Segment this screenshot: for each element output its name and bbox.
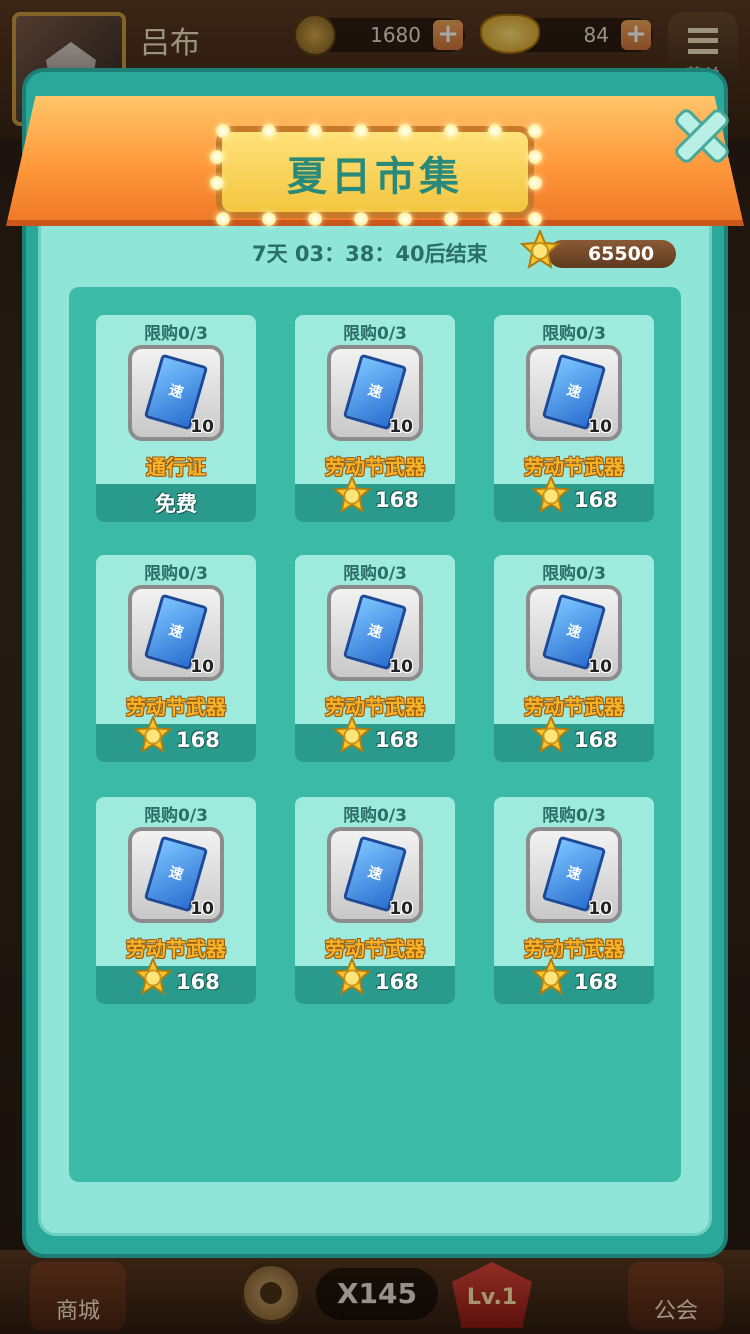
purchase-limit: 限购0/3	[144, 564, 208, 584]
buy-button[interactable]: 免费	[96, 484, 256, 522]
shop-item-card[interactable]: 限购0/3 速 10 劳动节武器 168	[96, 555, 256, 762]
purchase-limit: 限购0/3	[542, 564, 606, 584]
item-icon-frame: 速 10	[526, 345, 622, 441]
purchase-limit: 限购0/3	[144, 324, 208, 344]
item-icon-frame: 速 10	[327, 827, 423, 923]
marquee-bulb	[488, 212, 502, 226]
price-label: 168	[574, 488, 618, 512]
star-coin-icon	[531, 956, 571, 998]
price-label: 168	[574, 970, 618, 994]
marquee-bulb	[444, 124, 458, 138]
marquee-bulb	[444, 212, 458, 226]
buy-button[interactable]: 168	[295, 956, 455, 1004]
price-label: 168	[375, 970, 419, 994]
marquee-bulb	[354, 124, 368, 138]
purchase-limit: 限购0/3	[542, 324, 606, 344]
price-label: 168	[574, 728, 618, 752]
marquee-bulb	[528, 212, 542, 226]
buy-button[interactable]: 168	[295, 714, 455, 762]
item-icon-frame: 速 10	[526, 585, 622, 681]
item-name: 劳动节武器	[126, 937, 226, 961]
buy-button[interactable]: 168	[494, 956, 654, 1004]
purchase-limit: 限购0/3	[343, 806, 407, 826]
marquee-bulb	[488, 124, 502, 138]
marquee-bulb	[262, 124, 276, 138]
price-label: 168	[375, 488, 419, 512]
shop-item-card[interactable]: 限购0/3 速 10 劳动节武器 168	[494, 315, 654, 522]
item-name: 劳动节武器	[524, 695, 624, 719]
price-label: 168	[375, 728, 419, 752]
star-coin-icon	[531, 474, 571, 516]
star-balance: 65500	[548, 240, 676, 268]
purchase-limit: 限购0/3	[343, 564, 407, 584]
star-coin-icon	[332, 714, 372, 756]
purchase-limit: 限购0/3	[343, 324, 407, 344]
star-coin-icon	[133, 714, 173, 756]
marquee-bulb	[262, 212, 276, 226]
item-icon-frame: 速 10	[327, 345, 423, 441]
item-name: 劳动节武器	[325, 695, 425, 719]
item-icon-frame: 速 10	[128, 345, 224, 441]
item-quantity: 10	[588, 417, 612, 437]
shop-title: 夏日市集	[287, 154, 463, 200]
price-label: 168	[176, 728, 220, 752]
item-quantity: 10	[190, 899, 214, 919]
marquee-bulb	[216, 124, 230, 138]
shop-item-card[interactable]: 限购0/3 速 10 通行证免费	[96, 315, 256, 522]
close-icon[interactable]	[664, 98, 734, 168]
shop-item-card[interactable]: 限购0/3 速 10 劳动节武器 168	[295, 555, 455, 762]
marquee-bulb	[398, 124, 412, 138]
item-name: 通行证	[146, 455, 206, 479]
shop-item-card[interactable]: 限购0/3 速 10 劳动节武器 168	[494, 797, 654, 1004]
shop-item-card[interactable]: 限购0/3 速 10 劳动节武器 168	[96, 797, 256, 1004]
item-name: 劳动节武器	[325, 937, 425, 961]
buy-button[interactable]: 168	[494, 474, 654, 522]
star-coin-icon	[133, 956, 173, 998]
item-name: 劳动节武器	[524, 937, 624, 961]
marquee-bulb	[308, 212, 322, 226]
marquee-bulb	[398, 212, 412, 226]
item-name: 劳动节武器	[325, 455, 425, 479]
shop-item-card[interactable]: 限购0/3 速 10 劳动节武器 168	[494, 555, 654, 762]
item-quantity: 10	[190, 657, 214, 677]
item-icon-frame: 速 10	[128, 827, 224, 923]
item-icon-frame: 速 10	[128, 585, 224, 681]
marquee-bulb	[308, 124, 322, 138]
marquee-bulb	[528, 124, 542, 138]
item-quantity: 10	[588, 899, 612, 919]
buy-button[interactable]: 168	[96, 956, 256, 1004]
item-quantity: 10	[389, 657, 413, 677]
purchase-limit: 限购0/3	[144, 806, 208, 826]
star-coin-icon	[332, 956, 372, 998]
star-coin-icon	[531, 714, 571, 756]
item-quantity: 10	[190, 417, 214, 437]
buy-button[interactable]: 168	[494, 714, 654, 762]
price-label: 168	[176, 970, 220, 994]
item-icon-frame: 速 10	[526, 827, 622, 923]
marquee-bulb	[216, 212, 230, 226]
item-name: 劳动节武器	[126, 695, 226, 719]
buy-button[interactable]: 168	[295, 474, 455, 522]
item-quantity: 10	[389, 899, 413, 919]
item-icon-frame: 速 10	[327, 585, 423, 681]
star-coin-icon	[332, 474, 372, 516]
buy-button[interactable]: 168	[96, 714, 256, 762]
star-coin-icon	[520, 230, 560, 270]
shop-item-card[interactable]: 限购0/3 速 10 劳动节武器 168	[295, 797, 455, 1004]
purchase-limit: 限购0/3	[542, 806, 606, 826]
item-name: 劳动节武器	[524, 455, 624, 479]
item-quantity: 10	[588, 657, 612, 677]
marquee-bulb	[354, 212, 368, 226]
shop-item-card[interactable]: 限购0/3 速 10 劳动节武器 168	[295, 315, 455, 522]
event-timer: 7天 03：38：40后结束	[252, 242, 488, 266]
item-quantity: 10	[389, 417, 413, 437]
price-label: 免费	[155, 492, 197, 516]
